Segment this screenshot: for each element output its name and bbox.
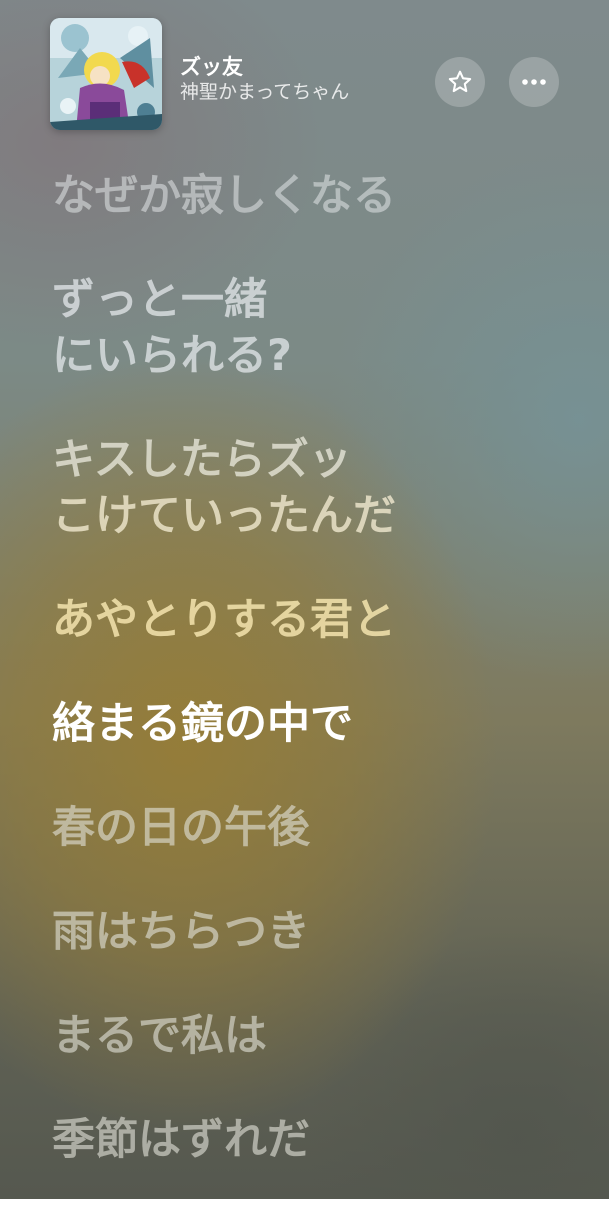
lyric-line[interactable]: キスしたらズッ <box>52 432 579 488</box>
track-info[interactable]: ズッ友 神聖かまってちゃん <box>180 54 349 104</box>
more-options-button[interactable] <box>509 57 559 107</box>
lyric-line[interactable]: あやとりする君と <box>52 592 579 648</box>
track-title: ズッ友 <box>180 55 243 79</box>
album-artwork-image <box>50 18 162 130</box>
lyric-line[interactable]: まるで私は <box>52 1008 579 1064</box>
lyric-block[interactable]: ずっと一緒 にいられる? <box>52 272 579 384</box>
lyric-line[interactable]: ずっと一緒 <box>52 272 579 328</box>
lyrics-view[interactable]: なぜか寂しくなる ずっと一緒 にいられる? キスしたらズッ こけていったんだ あ… <box>52 168 579 1216</box>
lyric-line[interactable]: なぜか寂しくなる <box>52 168 579 224</box>
lyric-line[interactable]: 雨はちらつき <box>52 904 579 960</box>
lyric-line[interactable]: にいられる? <box>52 328 579 384</box>
track-artist[interactable]: 神聖かまってちゃん <box>180 80 349 104</box>
lyric-line[interactable]: こけていったんだ <box>52 488 579 544</box>
lyric-line[interactable]: 春の日の午後 <box>52 800 579 856</box>
ellipsis-icon <box>522 79 546 85</box>
lyric-line[interactable]: 季節はずれだ <box>52 1112 579 1168</box>
lyric-block[interactable]: キスしたらズッ こけていったんだ <box>52 432 579 544</box>
lyric-line-current[interactable]: 絡まる鏡の中で <box>52 696 579 752</box>
now-playing-header: ズッ友 神聖かまってちゃん <box>50 18 559 130</box>
favorite-button[interactable] <box>435 57 485 107</box>
album-artwork[interactable] <box>50 18 162 130</box>
star-icon <box>448 70 472 93</box>
